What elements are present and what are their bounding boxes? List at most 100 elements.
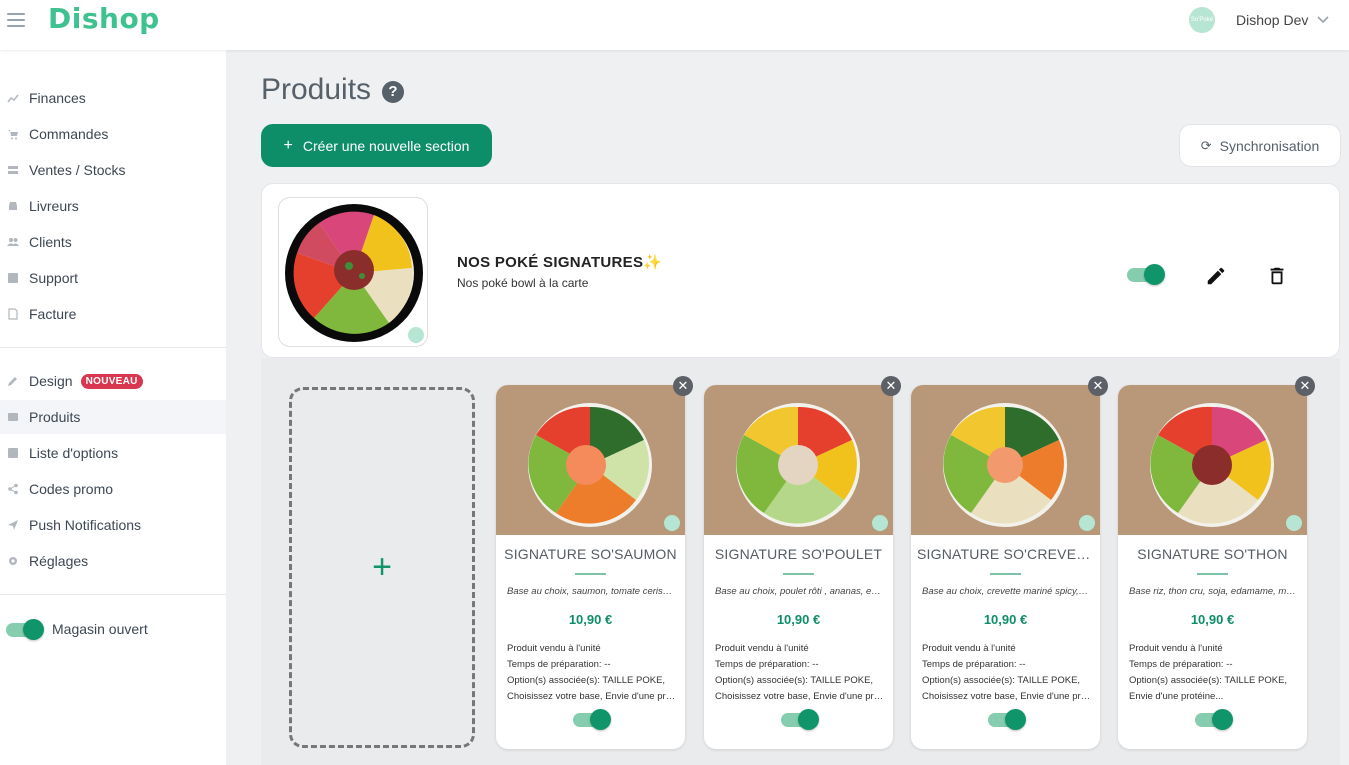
- product-info-line: Envie d'une protéine...: [1129, 691, 1224, 702]
- user-name[interactable]: Dishop Dev: [1236, 12, 1308, 28]
- product-toggle[interactable]: [988, 709, 1026, 730]
- file-icon: [7, 308, 19, 320]
- sync-button[interactable]: ⟳ Synchronisation: [1179, 124, 1341, 167]
- product-info-line: Produit vendu à l'unité: [715, 643, 809, 654]
- app-logo[interactable]: Dishop: [48, 2, 160, 35]
- help-icon[interactable]: ?: [382, 81, 404, 103]
- section-image[interactable]: [278, 197, 428, 347]
- product-info-line: Temps de préparation: --: [1129, 659, 1233, 670]
- section-toggle[interactable]: [1127, 264, 1165, 285]
- product-toggle[interactable]: [573, 709, 611, 730]
- send-icon: [7, 519, 19, 531]
- product-name: SIGNATURE SO'THON: [1137, 546, 1288, 562]
- product-info: Produit vendu à l'unité Temps de prépara…: [507, 641, 677, 705]
- sidebar-item-design[interactable]: Design NOUVEAU: [0, 364, 226, 398]
- product-info-line: Choisissez votre base, Envie d'une proté…: [922, 691, 1092, 702]
- share-icon: [7, 483, 19, 495]
- product-toggle[interactable]: [1195, 709, 1233, 730]
- gear-icon: [7, 555, 19, 567]
- sync-icon: ⟳: [1200, 137, 1212, 153]
- remove-product-button[interactable]: ✕: [1088, 376, 1108, 396]
- menu-icon[interactable]: [7, 13, 25, 27]
- plus-icon: +: [372, 548, 392, 586]
- section-subtitle: Nos poké bowl à la carte: [457, 276, 589, 290]
- product-info-line: Choisissez votre base, Envie d'une proté…: [715, 691, 885, 702]
- sidebar-item-finances[interactable]: Finances: [0, 81, 226, 115]
- product-toggle[interactable]: [781, 709, 819, 730]
- sidebar-item-reglages[interactable]: Réglages: [0, 544, 226, 578]
- sidebar: Finances Commandes Ventes / Stocks Livre…: [0, 50, 226, 765]
- sidebar-item-ventes[interactable]: Ventes / Stocks: [0, 153, 226, 187]
- product-image: [1118, 385, 1307, 535]
- store-open-label: Magasin ouvert: [52, 621, 148, 637]
- section-title: NOS POKÉ SIGNATURES✨: [457, 254, 663, 271]
- remove-product-button[interactable]: ✕: [673, 376, 693, 396]
- sidebar-item-label: Support: [29, 270, 79, 286]
- sidebar-item-produits[interactable]: Produits: [0, 400, 226, 434]
- cart-icon: [7, 128, 19, 140]
- sidebar-item-options[interactable]: Liste d'options: [0, 436, 226, 470]
- sidebar-item-commandes[interactable]: Commandes: [0, 117, 226, 151]
- product-description: Base riz, thon cru, soja, edamame, maïs: [1129, 586, 1297, 597]
- sidebar-item-push[interactable]: Push Notifications: [0, 508, 226, 542]
- product-card[interactable]: ✕ SIGNATURE SO'SAUMON Base au choix, sau…: [496, 376, 693, 749]
- product-price: 10,90 €: [776, 612, 821, 627]
- product-info-line: Produit vendu à l'unité: [922, 643, 1016, 654]
- sidebar-item-livreurs[interactable]: Livreurs: [0, 189, 226, 223]
- car-icon: [7, 200, 19, 212]
- product-info-line: Produit vendu à l'unité: [507, 643, 601, 654]
- sidebar-item-codes-promo[interactable]: Codes promo: [0, 472, 226, 506]
- product-card[interactable]: ✕ SIGNATURE SO'POULET Base au choix, pou…: [704, 376, 901, 749]
- remove-product-button[interactable]: ✕: [881, 376, 901, 396]
- sidebar-item-label: Design: [29, 373, 73, 389]
- product-description: Base au choix, crevette mariné spicy, ma…: [922, 586, 1090, 597]
- product-info: Produit vendu à l'unité Temps de prépara…: [715, 641, 885, 705]
- product-info-line: Produit vendu à l'unité: [1129, 643, 1223, 654]
- product-icon: [7, 411, 19, 423]
- users-icon: [7, 236, 19, 248]
- sidebar-item-label: Finances: [29, 90, 86, 106]
- delete-icon[interactable]: [1266, 265, 1288, 287]
- product-description: Base au choix, saumon, tomate cerise, ed…: [507, 586, 675, 597]
- top-bar: Dishop So'Poké Dishop Dev: [0, 0, 1349, 50]
- product-info-line: Temps de préparation: --: [715, 659, 819, 670]
- create-section-button[interactable]: + Créer une nouvelle section: [261, 124, 492, 167]
- product-info-line: Temps de préparation: --: [922, 659, 1026, 670]
- product-divider: [575, 573, 606, 575]
- product-info: Produit vendu à l'unité Temps de prépara…: [922, 641, 1092, 705]
- sidebar-divider: [0, 347, 226, 348]
- product-card[interactable]: ✕ SIGNATURE SO'THON Base riz, thon cru, …: [1118, 376, 1315, 749]
- product-name: SIGNATURE SO'POULET: [714, 546, 883, 562]
- product-info-line: Choisissez votre base, Envie d'une proté…: [507, 691, 677, 702]
- chart-line-icon: [7, 92, 19, 104]
- new-badge: NOUVEAU: [80, 373, 143, 389]
- remove-product-button[interactable]: ✕: [1295, 376, 1315, 396]
- product-card[interactable]: ✕ SIGNATURE SO'CREVETTE Base au choix, c…: [911, 376, 1108, 749]
- sidebar-item-clients[interactable]: Clients: [0, 225, 226, 259]
- sidebar-item-label: Liste d'options: [29, 445, 119, 461]
- product-info-line: Temps de préparation: --: [507, 659, 611, 670]
- sidebar-item-label: Ventes / Stocks: [29, 162, 126, 178]
- store-open-toggle[interactable]: [6, 619, 44, 640]
- sidebar-item-facture[interactable]: Facture: [0, 297, 226, 331]
- sidebar-item-label: Facture: [29, 306, 77, 322]
- product-info-line: Option(s) associée(s): TAILLE POKE,: [507, 675, 666, 686]
- sidebar-item-label: Réglages: [29, 553, 89, 569]
- sidebar-item-label: Produits: [29, 409, 81, 425]
- edit-icon[interactable]: [1205, 265, 1227, 287]
- avatar[interactable]: So'Poké: [1189, 7, 1215, 33]
- plus-icon: +: [283, 136, 293, 154]
- sidebar-item-support[interactable]: Support: [0, 261, 226, 295]
- sync-label: Synchronisation: [1219, 137, 1320, 154]
- pencil-icon: [7, 375, 19, 387]
- list-add-icon: [7, 447, 19, 459]
- product-image: [496, 385, 685, 535]
- sidebar-item-label: Clients: [29, 234, 72, 250]
- support-icon: [7, 272, 19, 284]
- product-info-line: Option(s) associée(s): TAILLE POKE,: [1129, 675, 1288, 686]
- chevron-down-icon[interactable]: [1316, 12, 1330, 26]
- add-product-button[interactable]: +: [289, 387, 475, 748]
- product-image: [911, 385, 1100, 535]
- product-divider: [990, 573, 1021, 575]
- product-price: 10,90 €: [568, 612, 613, 627]
